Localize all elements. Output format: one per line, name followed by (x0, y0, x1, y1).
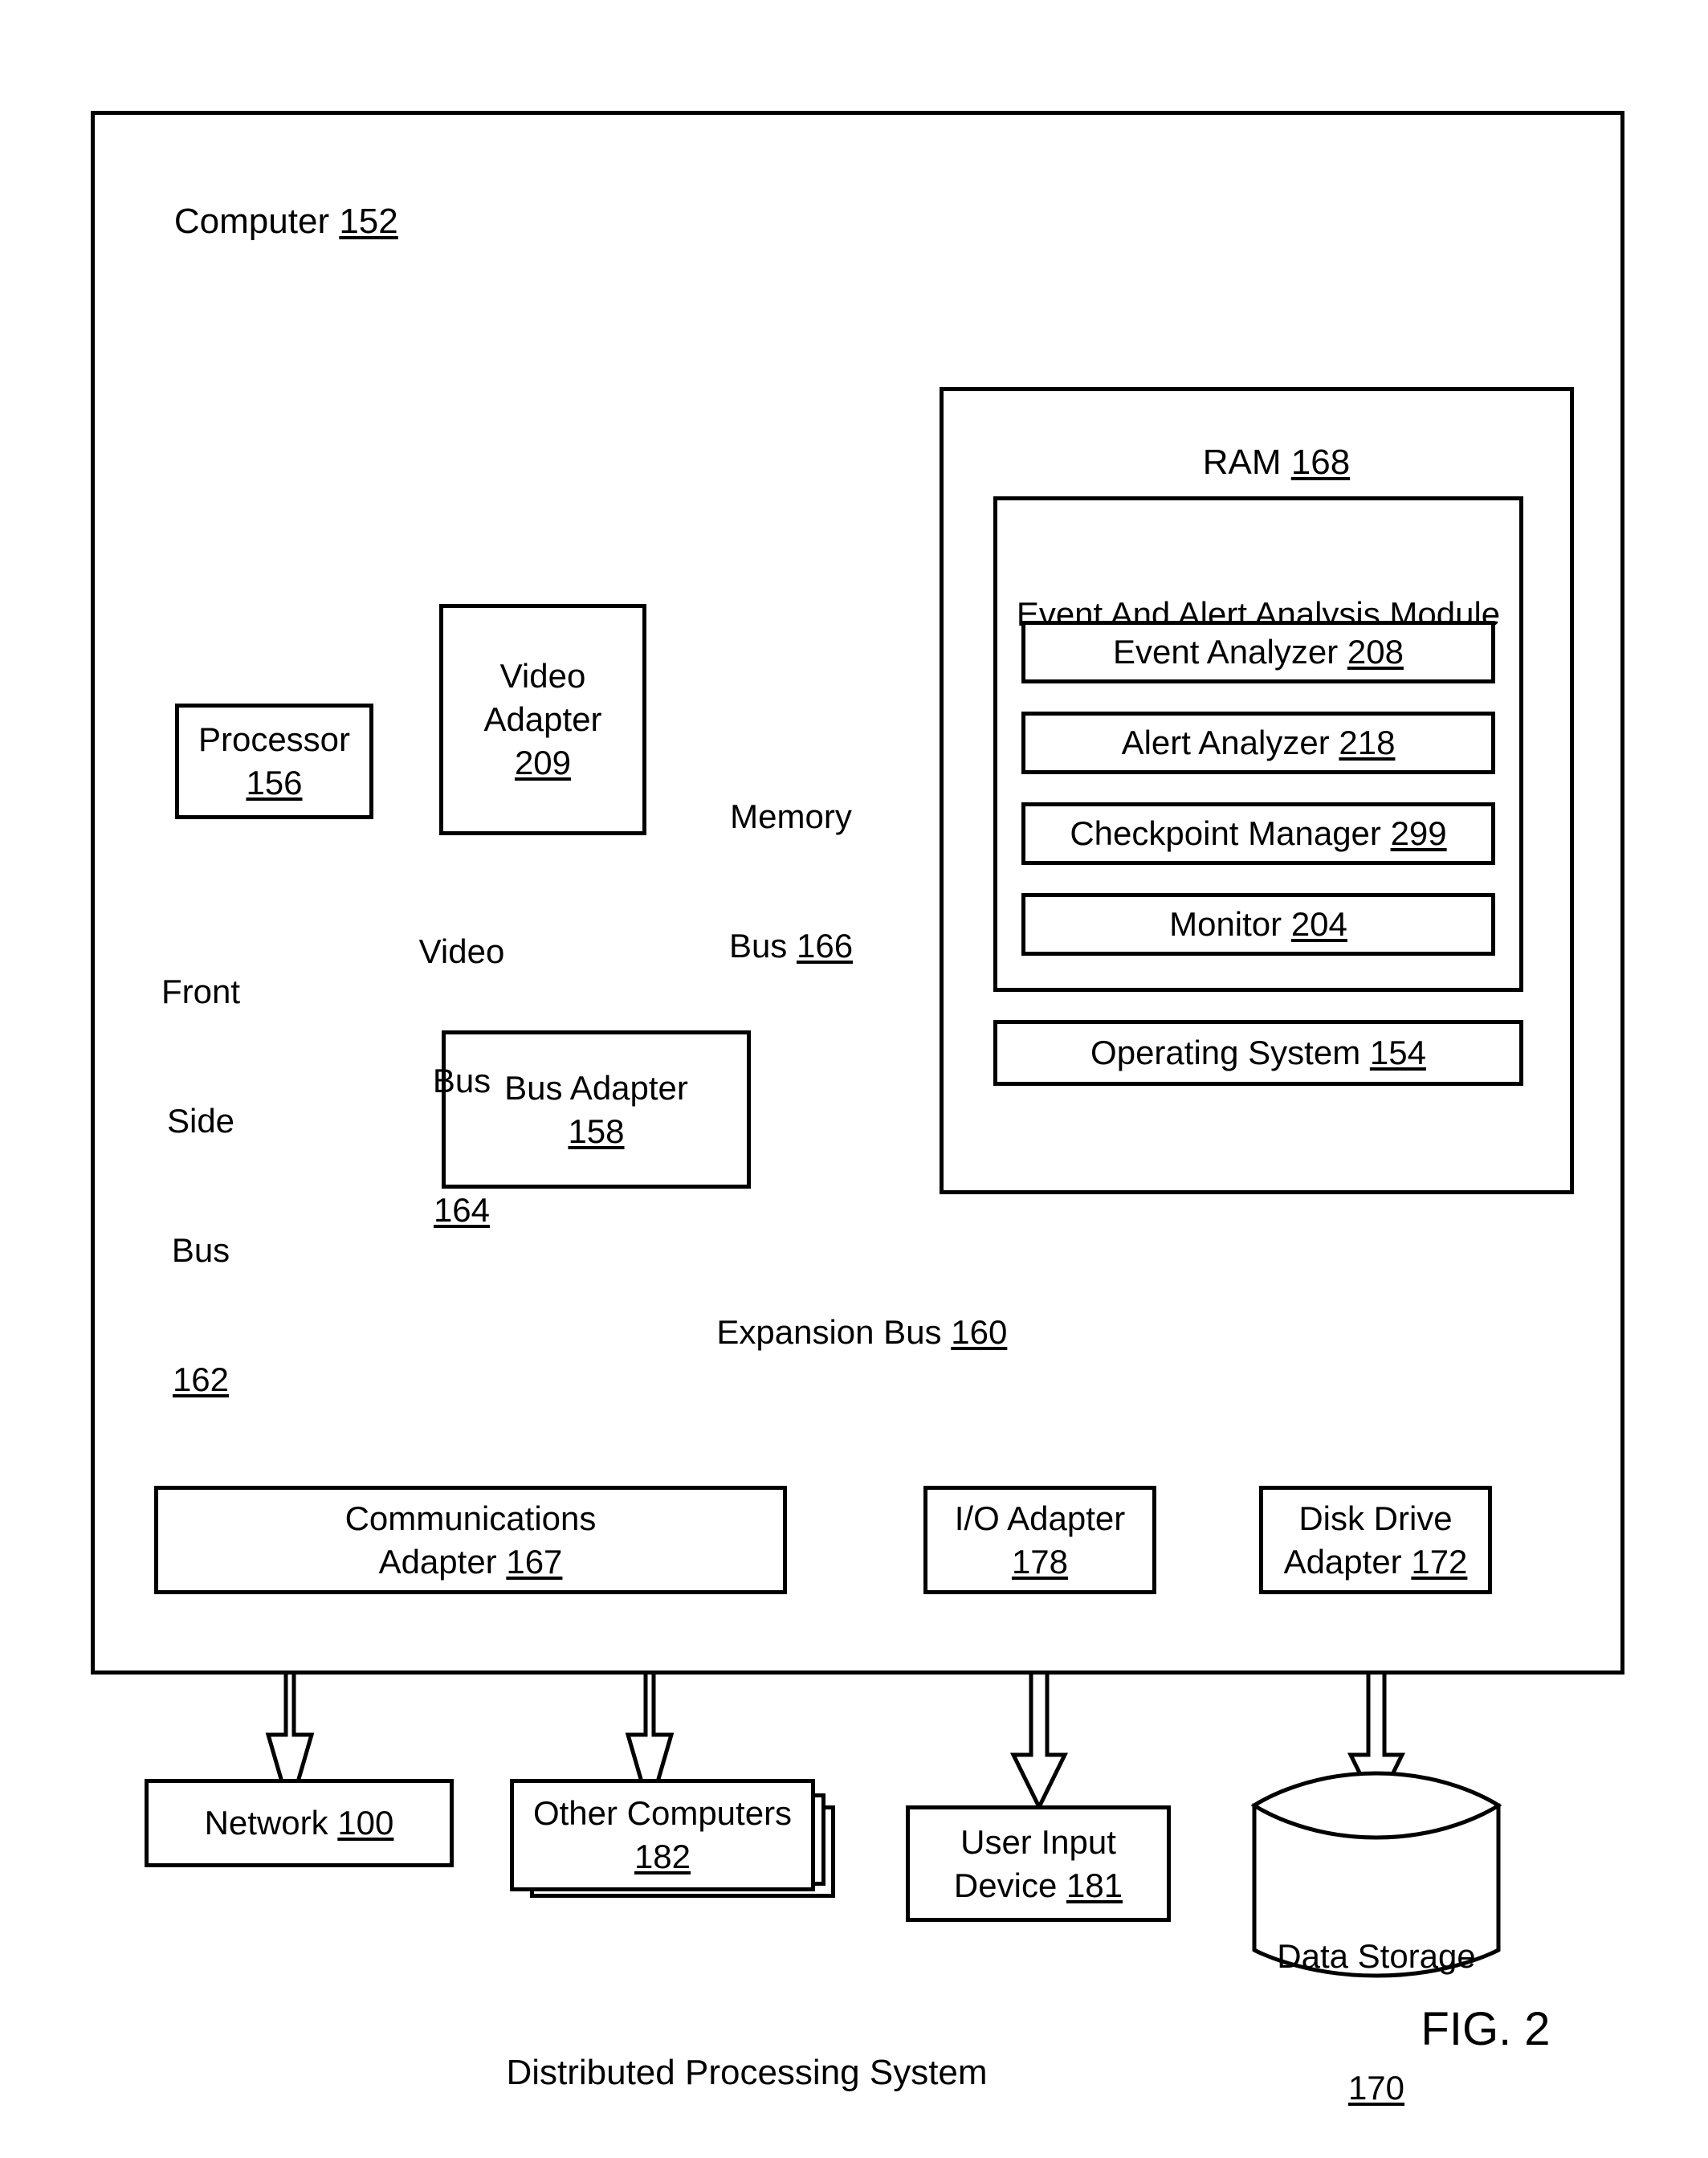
memory-bus-number: 166 (796, 926, 854, 965)
computer-title-number: 152 (339, 202, 398, 242)
disk-drive-adapter-line2: Adapter (1283, 1542, 1402, 1581)
other-computers-label: Other Computers (532, 1794, 793, 1833)
processor-box: Processor 156 (175, 704, 373, 819)
processor-number: 156 (246, 764, 303, 802)
communications-adapter-line2: Adapter (378, 1542, 497, 1581)
memory-bus-line2: Bus (728, 926, 788, 965)
memory-bus-label: Memory Bus 166 (687, 708, 895, 1054)
video-bus-number: 164 (433, 1191, 491, 1229)
other-computers-number: 182 (634, 1838, 691, 1875)
user-input-device-box: User Input Device 181 (906, 1805, 1171, 1922)
disk-drive-adapter-line1: Disk Drive (1298, 1499, 1453, 1537)
figure-caption: Distributed Processing System 101 (402, 1960, 1092, 2158)
event-analyzer-number: 208 (1347, 633, 1404, 671)
video-bus-line1: Video (418, 932, 505, 970)
operating-system-label: Operating System (1090, 1034, 1361, 1072)
bus-adapter-number: 158 (568, 1112, 625, 1150)
video-adapter-line1: Video (499, 657, 586, 696)
memory-bus-line1: Memory (730, 797, 852, 835)
communications-adapter-box: Communications Adapter 167 (154, 1486, 787, 1594)
expansion-bus-line1: Expansion Bus (716, 1312, 942, 1351)
alert-analyzer-label: Alert Analyzer (1121, 724, 1330, 762)
expansion-bus-number: 160 (951, 1312, 1008, 1351)
computer-title: Computer 152 (135, 154, 472, 290)
event-analyzer-label: Event Analyzer (1113, 633, 1339, 671)
network-label: Network (204, 1804, 328, 1842)
operating-system-number: 154 (1369, 1034, 1426, 1072)
user-input-device-number: 181 (1066, 1866, 1123, 1904)
video-bus-label: Video Bus 164 (410, 843, 514, 1318)
video-adapter-number: 209 (514, 743, 572, 781)
ram-title-label: RAM (1202, 443, 1282, 483)
expansion-bus-label: Expansion Bus 160 (642, 1267, 1044, 1397)
figure-canvas: Display Device 180 Data Storage 170 Comp… (0, 0, 1708, 2158)
figure-caption-line1: Distributed Processing System (506, 2052, 988, 2092)
monitor-box: Monitor 204 (1021, 893, 1495, 956)
user-input-device-line1: User Input (960, 1822, 1116, 1861)
video-adapter-box: Video Adapter 209 (439, 604, 646, 835)
ram-number: 168 (1290, 443, 1351, 483)
other-computers-box: Other Computers 182 (510, 1779, 815, 1891)
front-side-bus-label: Front Side Bus 162 (153, 883, 249, 1488)
io-adapter-label: I/O Adapter (954, 1499, 1126, 1537)
processor-label: Processor (198, 720, 351, 759)
communications-adapter-line1: Communications (344, 1499, 597, 1537)
front-side-bus-number: 162 (172, 1360, 230, 1399)
io-adapter-box: I/O Adapter 178 (923, 1486, 1156, 1594)
alert-analyzer-box: Alert Analyzer 218 (1021, 712, 1495, 774)
network-number: 100 (337, 1804, 394, 1842)
front-side-bus-line1: Front (161, 972, 241, 1010)
video-bus-line2: Bus (432, 1061, 491, 1099)
bus-adapter-label: Bus Adapter (504, 1068, 688, 1107)
front-side-bus-line3: Bus (171, 1231, 230, 1269)
data-storage-title: Data Storage (1277, 1937, 1476, 1976)
data-storage-number: 170 (1347, 2068, 1405, 2107)
checkpoint-manager-label: Checkpoint Manager (1070, 814, 1381, 853)
figure-label: FIG. 2 (1421, 2003, 1551, 2055)
checkpoint-manager-number: 299 (1390, 814, 1447, 853)
alert-analyzer-number: 218 (1339, 724, 1396, 762)
user-input-device-line2: Device (953, 1866, 1058, 1904)
front-side-bus-line2: Side (166, 1101, 235, 1140)
communications-adapter-number: 167 (506, 1542, 563, 1581)
network-box: Network 100 (145, 1779, 454, 1867)
monitor-number: 204 (1290, 905, 1347, 944)
operating-system-box: Operating System 154 (993, 1020, 1523, 1086)
disk-drive-adapter-number: 172 (1411, 1542, 1468, 1581)
computer-title-label: Computer (173, 202, 330, 242)
checkpoint-manager-box: Checkpoint Manager 299 (1021, 802, 1495, 865)
monitor-label: Monitor (1169, 905, 1282, 944)
io-adapter-number: 178 (1011, 1542, 1069, 1581)
video-adapter-line2: Adapter (483, 700, 602, 739)
event-analyzer-box: Event Analyzer 208 (1021, 621, 1495, 683)
disk-drive-adapter-box: Disk Drive Adapter 172 (1259, 1486, 1492, 1594)
